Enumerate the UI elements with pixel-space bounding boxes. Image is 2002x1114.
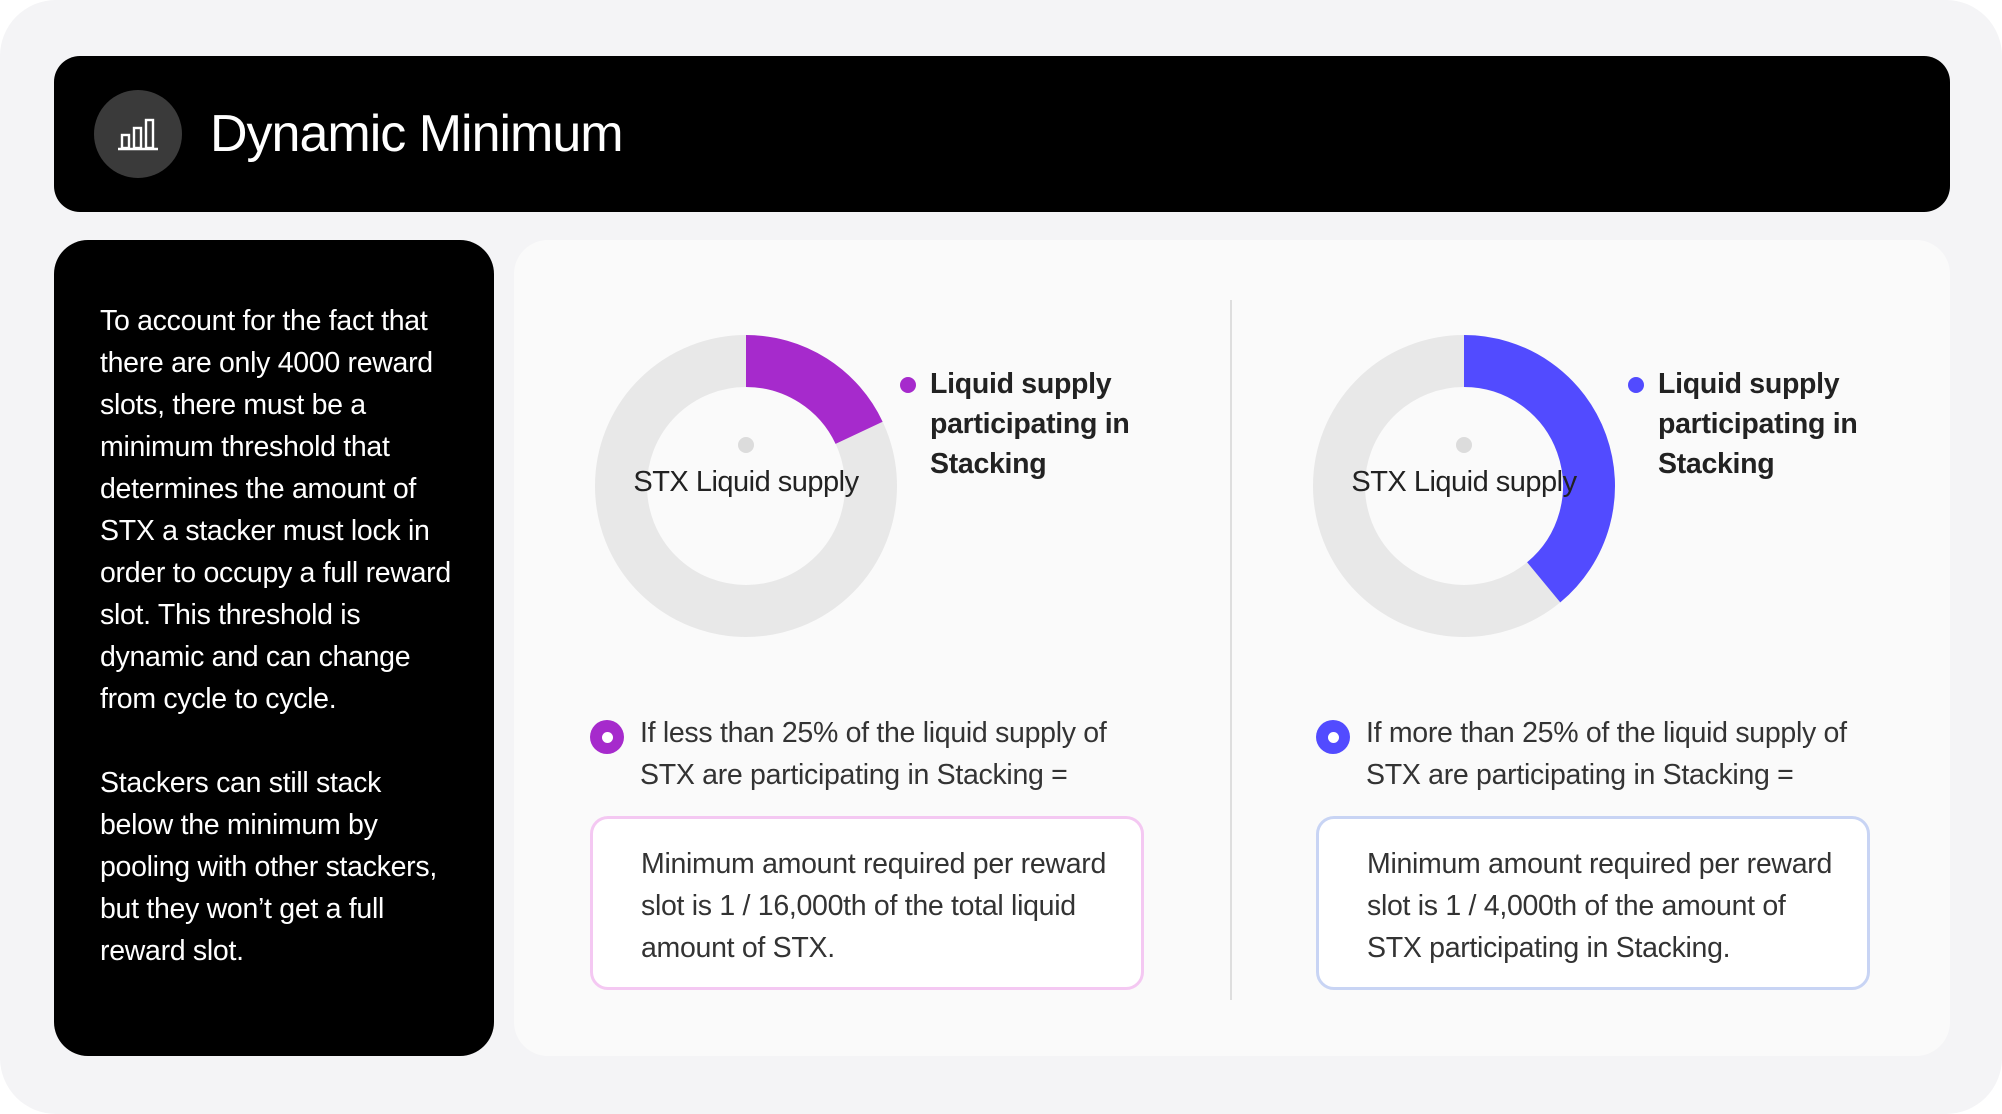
legend: Liquid supply participating in Stacking	[900, 364, 1160, 484]
donut-center-label: STX Liquid supply	[1351, 466, 1577, 498]
header-bar: Dynamic Minimum	[54, 56, 1950, 212]
donut-chart-low: STX Liquid supply	[594, 334, 898, 638]
result-text: Minimum amount required per reward slot …	[1367, 848, 1832, 964]
donut-chart-high: STX Liquid supply	[1312, 334, 1616, 638]
legend: Liquid supply participating in Stacking	[1628, 364, 1888, 484]
comparison-panel: STX Liquid supply Liquid supply particip…	[514, 240, 1950, 1056]
radio-marker-icon	[1316, 720, 1350, 754]
center-dot	[738, 437, 754, 453]
explanation-paragraph: Stackers can still stack below the minim…	[100, 767, 437, 967]
donut-center-label: STX Liquid supply	[633, 466, 859, 498]
explanation-paragraph: To account for the fact that there are o…	[100, 305, 451, 715]
condition-high: If more than 25% of the liquid supply of…	[1316, 712, 1876, 796]
condition-low: If less than 25% of the liquid supply of…	[590, 712, 1150, 796]
legend-label: Liquid supply participating in Stacking	[1658, 368, 1858, 480]
condition-text: If more than 25% of the liquid supply of…	[1366, 717, 1847, 791]
explanation-panel: To account for the fact that there are o…	[54, 240, 494, 1056]
bar-chart-icon	[94, 90, 182, 178]
page-title: Dynamic Minimum	[210, 105, 624, 163]
legend-dot	[1628, 377, 1644, 393]
condition-text: If less than 25% of the liquid supply of…	[640, 717, 1107, 791]
legend-dot	[900, 377, 916, 393]
legend-label: Liquid supply participating in Stacking	[930, 368, 1130, 480]
radio-marker-icon	[590, 720, 624, 754]
divider	[1230, 300, 1232, 1000]
center-dot	[1456, 437, 1472, 453]
slide-canvas: Dynamic Minimum To account for the fact …	[0, 0, 2002, 1114]
participating-arc	[745, 335, 883, 445]
result-box-low: Minimum amount required per reward slot …	[590, 816, 1144, 990]
result-text: Minimum amount required per reward slot …	[641, 848, 1106, 964]
result-box-high: Minimum amount required per reward slot …	[1316, 816, 1870, 990]
